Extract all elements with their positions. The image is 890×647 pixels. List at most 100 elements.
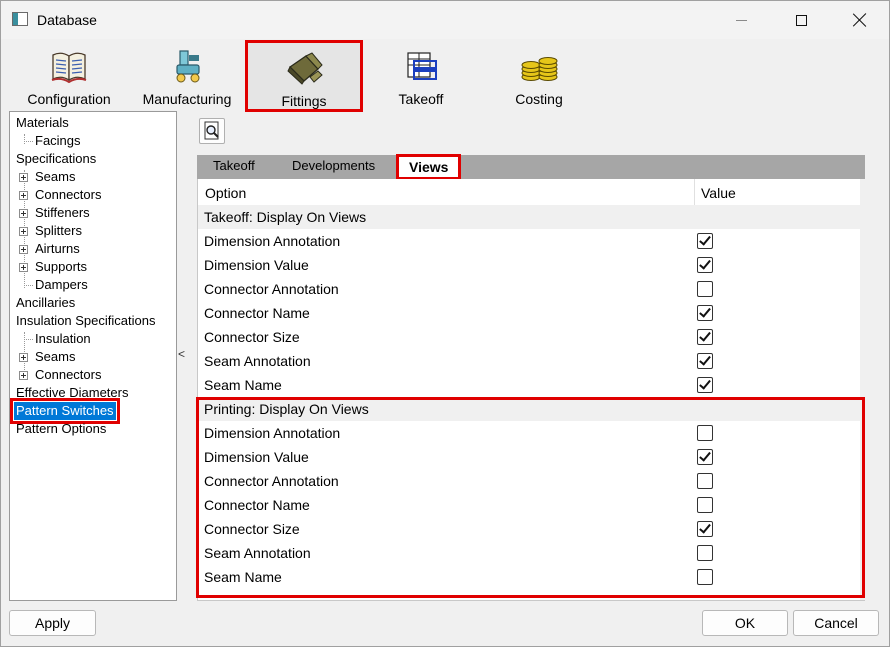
tree-item-stiffeners[interactable]: Stiffeners — [35, 204, 90, 222]
tree-item-airturns[interactable]: Airturns — [35, 240, 80, 258]
magnifier-page-icon — [204, 121, 219, 140]
expand-icon[interactable] — [19, 263, 28, 272]
tree-item-insulation-specifications[interactable]: Insulation Specifications — [16, 312, 155, 330]
value-checkbox[interactable] — [697, 449, 713, 465]
toolbar-label: Costing — [515, 91, 563, 107]
category-toolbar: Configuration Manufacturing Fittings Tak… — [9, 39, 881, 112]
expand-icon[interactable] — [19, 353, 28, 362]
grid-row[interactable]: Connector Name — [198, 301, 860, 325]
grid-row[interactable]: Seam Name — [198, 565, 860, 589]
grid-scrollbar[interactable] — [860, 179, 865, 600]
expand-icon[interactable] — [19, 191, 28, 200]
grid-row[interactable]: Connector Annotation — [198, 469, 860, 493]
maximize-icon — [795, 14, 807, 26]
database-window: Database Configuration Manufacturing Fit… — [0, 0, 890, 647]
grid-row[interactable]: Dimension Value — [198, 445, 860, 469]
expand-icon[interactable] — [19, 209, 28, 218]
tree-item-effective-diameters[interactable]: Effective Diameters — [16, 384, 128, 402]
value-checkbox[interactable] — [697, 377, 713, 393]
collapse-panel-button[interactable]: < — [178, 347, 185, 361]
machine-icon — [176, 50, 200, 83]
takeoff-icon — [407, 52, 437, 80]
tree-connector — [24, 339, 33, 340]
grid-section-row: Takeoff: Display On Views — [198, 205, 860, 229]
grid-row[interactable]: Connector Annotation — [198, 277, 860, 301]
tab-takeoff[interactable]: Takeoff — [213, 158, 255, 173]
print-preview-button[interactable] — [199, 118, 225, 144]
tab-developments[interactable]: Developments — [292, 158, 375, 173]
option-label: Dimension Annotation — [204, 425, 341, 441]
grid-row[interactable]: Connector Name — [198, 493, 860, 517]
column-divider[interactable] — [694, 179, 695, 207]
window-title: Database — [37, 12, 97, 28]
column-header-option: Option — [205, 185, 247, 201]
value-checkbox[interactable] — [697, 497, 713, 513]
grid-header: Option Value — [198, 179, 860, 207]
option-label: Dimension Value — [204, 449, 309, 465]
grid-row[interactable]: Dimension Annotation — [198, 421, 860, 445]
tree-item-materials[interactable]: Materials — [16, 114, 69, 132]
value-checkbox[interactable] — [697, 473, 713, 489]
settings-tree: Materials Facings Specifications Seams C… — [9, 111, 177, 601]
expand-icon[interactable] — [19, 371, 28, 380]
options-grid: Option Value Takeoff: Display On Views Di… — [197, 179, 865, 601]
tree-item-connectors[interactable]: Connectors — [35, 186, 101, 204]
apply-button[interactable]: Apply — [9, 610, 96, 636]
tree-item-insulation-seams[interactable]: Seams — [35, 348, 75, 366]
close-button[interactable] — [837, 5, 883, 35]
value-checkbox[interactable] — [697, 545, 713, 561]
grid-row[interactable]: Dimension Value — [198, 253, 860, 277]
option-label: Connector Annotation — [204, 473, 339, 489]
ok-button[interactable]: OK — [702, 610, 788, 636]
value-checkbox[interactable] — [697, 425, 713, 441]
tree-item-insulation[interactable]: Insulation — [35, 330, 91, 348]
tree-item-insulation-connectors[interactable]: Connectors — [35, 366, 101, 384]
toolbar-item-takeoff[interactable]: Takeoff — [371, 41, 471, 111]
column-header-value: Value — [701, 185, 736, 201]
tab-views[interactable]: Views — [396, 154, 462, 180]
grid-row[interactable]: Dimension Annotation — [198, 229, 860, 253]
expand-icon[interactable] — [19, 245, 28, 254]
value-checkbox[interactable] — [697, 569, 713, 585]
cancel-button[interactable]: Cancel — [793, 610, 879, 636]
tab-strip: Takeoff Developments Views — [197, 154, 865, 180]
title-bar: Database — [1, 1, 889, 39]
grid-row[interactable]: Seam Annotation — [198, 541, 860, 565]
toolbar-item-manufacturing[interactable]: Manufacturing — [133, 41, 241, 111]
value-checkbox[interactable] — [697, 305, 713, 321]
tree-connector — [24, 285, 33, 286]
close-icon — [853, 13, 867, 27]
value-checkbox[interactable] — [697, 257, 713, 273]
book-icon — [51, 52, 87, 84]
section-label: Takeoff: Display On Views — [204, 209, 367, 225]
tree-item-pattern-switches[interactable]: Pattern Switches — [10, 398, 120, 424]
tree-connector — [24, 134, 25, 144]
grid-section-row: Printing: Display On Views — [198, 397, 860, 421]
value-checkbox[interactable] — [697, 329, 713, 345]
minimize-icon — [735, 19, 747, 21]
toolbar-item-fittings[interactable]: Fittings — [245, 40, 363, 112]
tree-item-dampers[interactable]: Dampers — [35, 276, 88, 294]
option-label: Dimension Value — [204, 257, 309, 273]
tree-item-supports[interactable]: Supports — [35, 258, 87, 276]
grid-row[interactable]: Seam Name — [198, 373, 860, 397]
tree-item-seams[interactable]: Seams — [35, 168, 75, 186]
grid-row[interactable]: Connector Size — [198, 517, 860, 541]
value-checkbox[interactable] — [697, 281, 713, 297]
tree-item-ancillaries[interactable]: Ancillaries — [16, 294, 75, 312]
expand-icon[interactable] — [19, 173, 28, 182]
value-checkbox[interactable] — [697, 521, 713, 537]
minimize-button[interactable] — [718, 5, 764, 35]
tree-item-specifications[interactable]: Specifications — [16, 150, 96, 168]
tree-item-splitters[interactable]: Splitters — [35, 222, 82, 240]
grid-row[interactable]: Connector Size — [198, 325, 860, 349]
expand-icon[interactable] — [19, 227, 28, 236]
tree-item-facings[interactable]: Facings — [35, 132, 81, 150]
toolbar-item-costing[interactable]: Costing — [491, 41, 587, 111]
maximize-button[interactable] — [778, 5, 824, 35]
tree-item-pattern-options[interactable]: Pattern Options — [16, 420, 106, 438]
value-checkbox[interactable] — [697, 233, 713, 249]
grid-row[interactable]: Seam Annotation — [198, 349, 860, 373]
toolbar-item-configuration[interactable]: Configuration — [15, 41, 123, 111]
value-checkbox[interactable] — [697, 353, 713, 369]
